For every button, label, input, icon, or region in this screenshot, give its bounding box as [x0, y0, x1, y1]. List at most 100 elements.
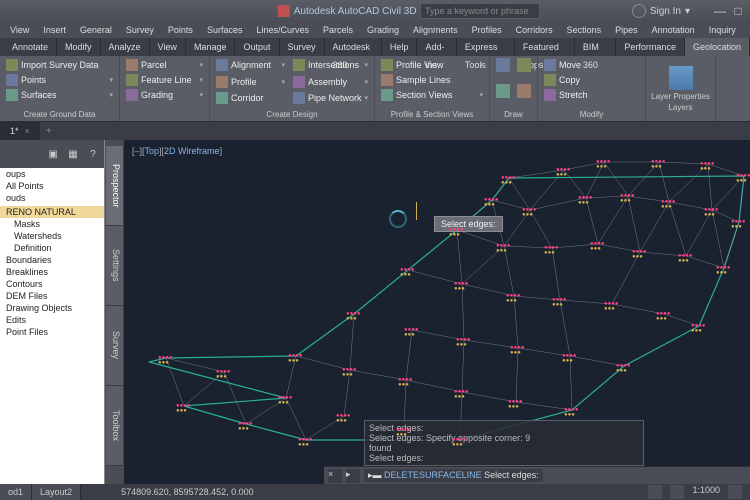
tooltip: Select edges: — [434, 216, 503, 232]
tab-featuredapps[interactable]: Featured Apps — [515, 38, 575, 56]
alignment-button[interactable]: Alignment▾ — [214, 58, 287, 72]
tab-annotate[interactable]: Annotate — [4, 38, 57, 56]
viewport[interactable]: [–][Top][2D Wireframe] Select edges: Sel… — [124, 140, 750, 484]
tree-item[interactable]: DEM Files — [0, 290, 104, 302]
minimize-button[interactable]: — — [712, 4, 728, 18]
tree-item[interactable]: Masks — [0, 218, 104, 230]
ts-icon1[interactable]: ▣ — [46, 147, 60, 161]
tab-autodesk360[interactable]: Autodesk 360 — [325, 38, 382, 56]
layout-tab[interactable]: od1 — [0, 484, 32, 500]
point-label: ●●●●●●● — [216, 370, 231, 380]
tab-manage[interactable]: Manage — [186, 38, 236, 56]
draw-circle-button[interactable] — [494, 84, 513, 98]
new-tab-button[interactable]: + — [40, 126, 58, 137]
menu-general[interactable]: General — [74, 22, 118, 38]
pipenetwork-button[interactable]: Pipe Network▾ — [291, 91, 370, 105]
menu-inquiry[interactable]: Inquiry — [703, 22, 742, 38]
intersections-button[interactable]: Intersections▾ — [291, 58, 370, 72]
tab-analyze[interactable]: Analyze — [101, 38, 150, 56]
parcel-button[interactable]: Parcel▾ — [124, 58, 205, 72]
menu-pipes[interactable]: Pipes — [609, 22, 644, 38]
tree-item[interactable]: Point Files — [0, 326, 104, 338]
sb-icon[interactable] — [648, 485, 662, 499]
coord-readout: 574809.620, 8595728.452, 0.000 — [121, 487, 254, 497]
samplelines-button[interactable]: Sample Lines — [379, 73, 485, 87]
tab-add-ins[interactable]: Add-ins — [417, 38, 456, 56]
sidetab-prospector[interactable]: Prospector — [106, 146, 123, 226]
tab-output[interactable]: Output — [235, 38, 279, 56]
menu-profiles[interactable]: Profiles — [466, 22, 508, 38]
draw-line-button[interactable] — [494, 58, 513, 72]
tab-view[interactable]: View — [150, 38, 186, 56]
tab-survey[interactable]: Survey — [280, 38, 325, 56]
point-label: ●●●●●●● — [510, 346, 525, 356]
profile-button[interactable]: Profile▾ — [214, 75, 287, 89]
tab-modify[interactable]: Modify — [57, 38, 101, 56]
close-tab-icon[interactable]: × — [25, 122, 30, 140]
draw-rect-button[interactable] — [515, 84, 534, 98]
sb-icon[interactable] — [670, 485, 684, 499]
search-input[interactable]: Type a keyword or phrase — [420, 3, 540, 19]
sidetab-toolbox[interactable]: Toolbox — [106, 386, 123, 466]
app-logo-icon — [278, 5, 290, 17]
tab-bim360[interactable]: BIM 360 — [575, 38, 617, 56]
menu-lines/curves[interactable]: Lines/Curves — [250, 22, 315, 38]
help-icon[interactable]: ? — [86, 147, 100, 161]
menu-alignments[interactable]: Alignments — [407, 22, 464, 38]
tree-item[interactable]: Breaklines — [0, 266, 104, 278]
layout-tab[interactable]: Layout2 — [32, 484, 81, 500]
tree-item[interactable]: All Points — [0, 180, 104, 192]
layer-properties-icon — [669, 66, 693, 90]
cmd-toggle-icon[interactable]: ▸ — [346, 469, 360, 483]
menu-grading[interactable]: Grading — [361, 22, 405, 38]
menu-points[interactable]: Points — [162, 22, 199, 38]
menu-survey[interactable]: Survey — [120, 22, 160, 38]
menu-sections[interactable]: Sections — [561, 22, 608, 38]
ts-icon2[interactable]: ▦ — [66, 147, 80, 161]
tab-expresstools[interactable]: Express Tools — [457, 38, 515, 56]
scale-readout[interactable]: 1:1000 — [692, 485, 720, 499]
copy-button[interactable]: Copy — [542, 73, 641, 87]
sidetab-settings[interactable]: Settings — [106, 226, 123, 306]
tab-geolocation[interactable]: Geolocation — [685, 38, 750, 56]
featureline-button[interactable]: Feature Line▾ — [124, 73, 205, 87]
draw-arc-button[interactable] — [515, 58, 534, 72]
grading-button[interactable]: Grading▾ — [124, 88, 205, 102]
panel-title: Profile & Section Views — [379, 108, 485, 119]
command-line[interactable]: × ▸ ▸▬ DELETESURFACELINE Select edges: — [324, 466, 750, 484]
tree-item[interactable]: Edits — [0, 314, 104, 326]
assembly-button[interactable]: Assembly▾ — [291, 75, 370, 89]
menu-parcels[interactable]: Parcels — [317, 22, 359, 38]
tree-item[interactable]: ouds — [0, 192, 104, 204]
menu-insert[interactable]: Insert — [37, 22, 72, 38]
sidetab-survey[interactable]: Survey — [106, 306, 123, 386]
point-label: ●●●●●●● — [501, 176, 516, 186]
tree-item[interactable]: Watersheds — [0, 230, 104, 242]
surfaces-button[interactable]: Surfaces▾ — [4, 88, 115, 102]
menu-window[interactable]: Window — [744, 22, 750, 38]
tree-item[interactable]: Contours — [0, 278, 104, 290]
menu-corridors[interactable]: Corridors — [510, 22, 559, 38]
signin-button[interactable]: Sign In ▾ — [632, 2, 690, 20]
menu-view[interactable]: View — [4, 22, 35, 38]
stretch-button[interactable]: Stretch — [542, 88, 641, 102]
tree-item[interactable]: oups — [0, 168, 104, 180]
move-button[interactable]: Move — [542, 58, 641, 72]
tab-performance[interactable]: Performance — [616, 38, 685, 56]
sectionviews-button[interactable]: Section Views▾ — [379, 88, 485, 102]
layer-properties-button[interactable]: Layer Properties — [651, 92, 710, 101]
menu-surfaces[interactable]: Surfaces — [201, 22, 249, 38]
import-survey-button[interactable]: Import Survey Data — [4, 58, 115, 72]
corridor-button[interactable]: Corridor — [214, 91, 287, 105]
profileview-button[interactable]: Profile View▾ — [379, 58, 485, 72]
tab-help[interactable]: Help — [382, 38, 418, 56]
file-tab[interactable]: 1*× — [0, 122, 40, 140]
sb-icon[interactable] — [728, 485, 742, 499]
tree-item[interactable]: Boundaries — [0, 254, 104, 266]
maximize-button[interactable]: □ — [730, 4, 746, 18]
menu-annotation[interactable]: Annotation — [646, 22, 701, 38]
tree-item[interactable]: Drawing Objects — [0, 302, 104, 314]
tree-item[interactable]: RENO NATURAL — [0, 206, 104, 218]
tree-item[interactable]: Definition — [0, 242, 104, 254]
points-button[interactable]: Points▾ — [4, 73, 115, 87]
